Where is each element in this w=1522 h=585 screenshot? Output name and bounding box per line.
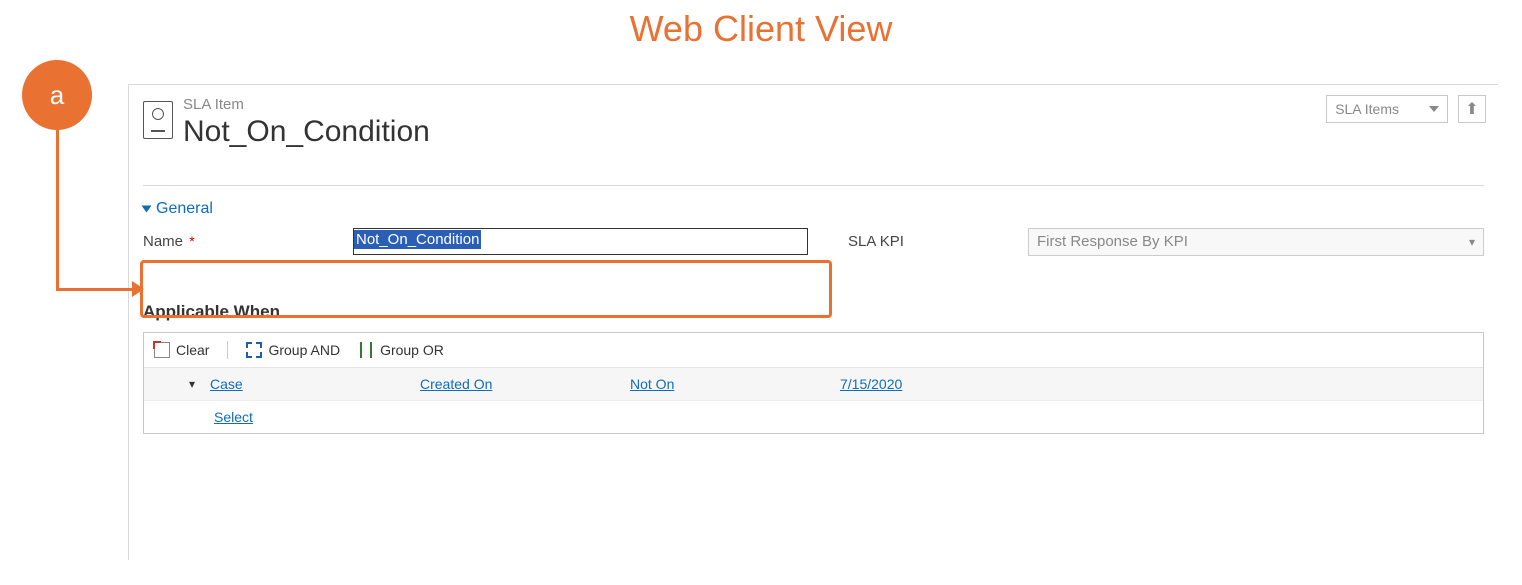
divider [143, 185, 1484, 186]
name-label: Name * [143, 233, 333, 250]
clear-button-label: Clear [176, 342, 209, 358]
condition-select-row: Select [144, 401, 1483, 433]
condition-entity-link[interactable]: Case [210, 376, 410, 392]
condition-builder: Clear Group AND Group OR ▾ Case Created … [143, 332, 1484, 434]
view-dropdown[interactable]: SLA Items [1326, 95, 1448, 123]
expand-chevron-icon[interactable]: ▾ [184, 377, 200, 391]
condition-select-link[interactable]: Select [214, 409, 253, 425]
name-label-text: Name [143, 233, 183, 250]
condition-value-link[interactable]: 7/15/2020 [840, 376, 1040, 392]
chevron-down-icon: ▾ [1469, 235, 1475, 249]
group-or-button[interactable]: Group OR [358, 342, 444, 358]
group-and-icon [246, 342, 262, 358]
section-general-label: General [156, 200, 213, 218]
toolbar-separator [227, 341, 228, 359]
clear-icon [154, 342, 170, 358]
sla-kpi-value: First Response By KPI [1037, 233, 1188, 250]
annotation-badge-a: a [22, 60, 92, 130]
condition-field-link[interactable]: Created On [420, 376, 620, 392]
form-row-name: Name * Not_On_Condition SLA KPI First Re… [129, 218, 1498, 266]
applicable-when-header: Applicable When [129, 266, 1498, 332]
group-or-icon [358, 342, 374, 358]
name-input[interactable]: Not_On_Condition [353, 228, 808, 255]
form-panel: SLA Item Not_On_Condition SLA Items ⬆ Ge… [128, 84, 1498, 560]
annotation-connector [56, 130, 59, 290]
sla-kpi-select[interactable]: First Response By KPI ▾ [1028, 228, 1484, 256]
group-or-label: Group OR [380, 342, 444, 358]
chevron-down-icon [1429, 106, 1439, 112]
scroll-up-button[interactable]: ⬆ [1458, 95, 1486, 123]
collapse-caret-icon [142, 205, 152, 212]
condition-toolbar: Clear Group AND Group OR [144, 333, 1483, 368]
clear-button[interactable]: Clear [154, 342, 209, 358]
sla-kpi-label: SLA KPI [848, 233, 1008, 250]
view-dropdown-label: SLA Items [1335, 101, 1399, 117]
record-title: Not_On_Condition [183, 115, 1326, 149]
condition-row: ▾ Case Created On Not On 7/15/2020 [144, 368, 1483, 401]
panel-header: SLA Item Not_On_Condition SLA Items ⬆ [129, 85, 1498, 155]
page-title: Web Client View [0, 8, 1522, 50]
condition-operator-link[interactable]: Not On [630, 376, 830, 392]
group-and-button[interactable]: Group AND [246, 342, 340, 358]
entity-label: SLA Item [183, 95, 1326, 115]
arrow-up-icon: ⬆ [1465, 99, 1478, 119]
document-icon [143, 101, 173, 139]
name-input-selection: Not_On_Condition [354, 230, 481, 249]
group-and-label: Group AND [268, 342, 340, 358]
annotation-arrowhead [132, 281, 144, 297]
required-star-icon: * [189, 233, 194, 249]
section-general-header[interactable]: General [129, 200, 1498, 218]
annotation-connector [56, 288, 138, 291]
